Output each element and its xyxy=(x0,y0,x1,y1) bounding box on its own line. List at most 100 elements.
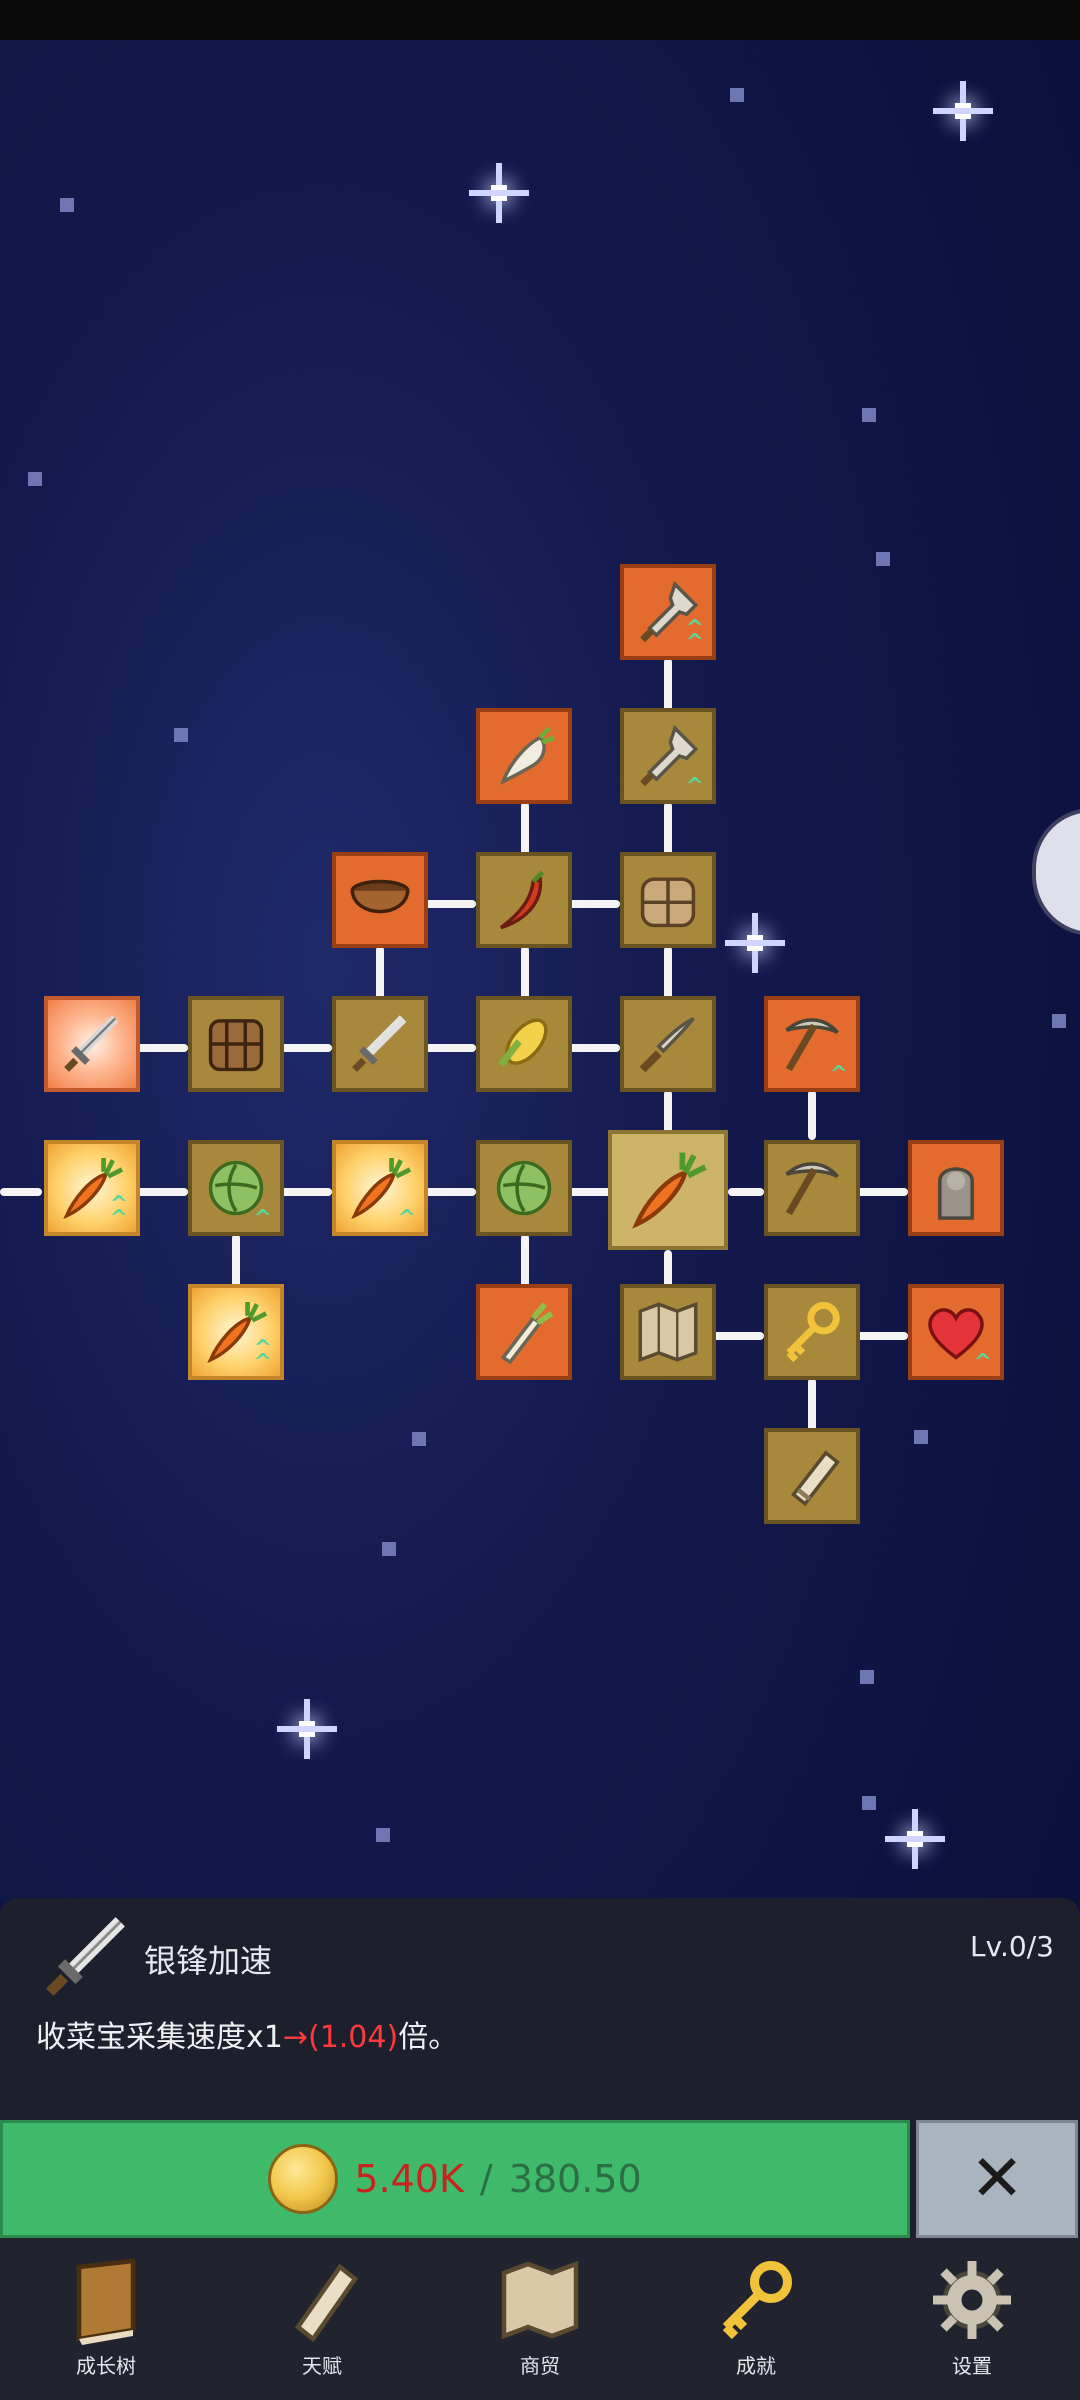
upgrade-arrow-icon: ^ xyxy=(397,1206,416,1231)
skill-node-basket-top[interactable] xyxy=(620,852,716,948)
skill-node-knife[interactable] xyxy=(620,996,716,1092)
upgrade-button[interactable]: 5.40K / 380.50 xyxy=(0,2120,910,2238)
upgrade-arrow-icon: ^ ^ xyxy=(685,616,704,655)
connector xyxy=(856,1188,908,1196)
sparkle xyxy=(464,158,534,228)
skill-description: 收菜宝采集速度x1→(1.04)倍。 xyxy=(36,2012,458,2056)
status-bar xyxy=(0,0,1080,40)
skill-node-cabbage-2[interactable] xyxy=(476,1140,572,1236)
skill-node-radish[interactable] xyxy=(476,708,572,804)
nav-trade[interactable]: 商贸 xyxy=(470,2252,610,2392)
carrot-icon xyxy=(632,1152,707,1229)
nav-label: 成长树 xyxy=(76,2354,136,2378)
nav-label: 设置 xyxy=(952,2354,992,2378)
skill-node-bowl[interactable] xyxy=(332,852,428,948)
star xyxy=(382,1542,396,1556)
skill-node-heart[interactable]: ^ xyxy=(908,1284,1004,1380)
skill-node-chili[interactable] xyxy=(476,852,572,948)
sword-icon xyxy=(64,1015,119,1072)
radish-icon xyxy=(500,726,555,785)
skill-node-shovel-2[interactable]: ^ ^ xyxy=(620,564,716,660)
skill-node-key[interactable] xyxy=(764,1284,860,1380)
star xyxy=(28,472,42,486)
skill-node-carrot-glow-1[interactable]: ^ ^ xyxy=(44,1140,140,1236)
sparkle xyxy=(720,908,790,978)
basket-icon xyxy=(208,1019,264,1072)
star xyxy=(174,728,188,742)
skill-node-cabbage-1[interactable]: ^ xyxy=(188,1140,284,1236)
skill-node-carrot-glow-3[interactable]: ^ ^ xyxy=(188,1284,284,1380)
skill-node-corn[interactable] xyxy=(476,996,572,1092)
upgrade-arrow-icon: ^ ^ xyxy=(253,1336,272,1375)
star xyxy=(376,1828,390,1842)
star xyxy=(914,1430,928,1444)
skill-node-carrot-selected[interactable] xyxy=(608,1130,728,1250)
skill-node-scroll[interactable] xyxy=(764,1428,860,1524)
scroll-icon xyxy=(791,1450,840,1507)
connector xyxy=(424,1044,476,1052)
connector xyxy=(136,1044,188,1052)
connector xyxy=(568,900,620,908)
map-icon xyxy=(501,2260,579,2340)
upgrade-arrow-icon: ^ xyxy=(829,1062,848,1087)
sparkle xyxy=(272,1694,342,1764)
skill-node-sword[interactable] xyxy=(332,996,428,1092)
skill-node-carrot-glow-2[interactable]: ^ xyxy=(332,1140,428,1236)
upgrade-arrow-icon: ^ xyxy=(253,1206,272,1231)
nav-talent[interactable]: 天赋 xyxy=(252,2252,392,2392)
skill-node-basket-left[interactable] xyxy=(188,996,284,1092)
skill-node-pickaxe[interactable] xyxy=(764,1140,860,1236)
nav-label: 商贸 xyxy=(520,2354,560,2378)
connector xyxy=(856,1332,908,1340)
nav-label: 天赋 xyxy=(302,2354,342,2378)
sparkle xyxy=(928,76,998,146)
sword-icon xyxy=(46,1917,125,1996)
connector xyxy=(568,1044,620,1052)
connector xyxy=(424,1188,476,1196)
upgrade-cost: 380.50 xyxy=(508,2157,642,2201)
skill-node-map[interactable] xyxy=(620,1284,716,1380)
book-icon xyxy=(76,2258,136,2345)
star xyxy=(730,88,744,102)
chili-icon xyxy=(499,870,545,930)
desc-prefix: 收菜宝采集速度x1 xyxy=(36,2020,283,2055)
connector xyxy=(808,1090,816,1140)
nav-settings[interactable]: 设置 xyxy=(902,2252,1042,2392)
upgrade-arrow-icon: ^ xyxy=(973,1350,992,1375)
gear-icon xyxy=(933,2261,1011,2339)
coins-owned: 5.40K xyxy=(354,2157,464,2201)
coin-icon xyxy=(268,2144,339,2214)
connector xyxy=(136,1188,188,1196)
map-icon xyxy=(638,1301,698,1363)
skill-node-statue[interactable] xyxy=(908,1140,1004,1236)
star xyxy=(862,1796,876,1810)
connector xyxy=(568,1188,612,1196)
nav-label: 成就 xyxy=(736,2354,776,2378)
key-icon xyxy=(722,2261,792,2340)
leek-icon xyxy=(500,1302,554,1365)
skill-node-silver-sword[interactable] xyxy=(44,996,140,1092)
connector xyxy=(424,900,476,908)
scroll-icon xyxy=(294,2263,359,2343)
star xyxy=(412,1432,426,1446)
nav-growth-tree[interactable]: 成长树 xyxy=(36,2252,176,2392)
skill-node-shovel-1[interactable]: ^ xyxy=(620,708,716,804)
knife-icon xyxy=(639,1017,695,1073)
nav-achievements[interactable]: 成就 xyxy=(686,2252,826,2392)
star xyxy=(862,408,876,422)
star-field xyxy=(0,40,1080,1900)
desc-value: (1.04) xyxy=(307,2020,399,2055)
skill-node-leek[interactable] xyxy=(476,1284,572,1380)
basket-icon xyxy=(640,877,696,928)
pickaxe-icon xyxy=(785,1162,839,1216)
star xyxy=(60,198,74,212)
skill-node-pickaxe-orange[interactable]: ^ xyxy=(764,996,860,1092)
connector xyxy=(0,1188,42,1196)
price-separator: / xyxy=(479,2157,493,2201)
desc-suffix: 倍。 xyxy=(398,2020,459,2055)
connector xyxy=(712,1332,764,1340)
sparkle xyxy=(880,1804,950,1874)
close-button[interactable]: ✕ xyxy=(916,2120,1078,2238)
bowl-icon xyxy=(350,879,410,914)
statue-icon xyxy=(938,1167,974,1220)
